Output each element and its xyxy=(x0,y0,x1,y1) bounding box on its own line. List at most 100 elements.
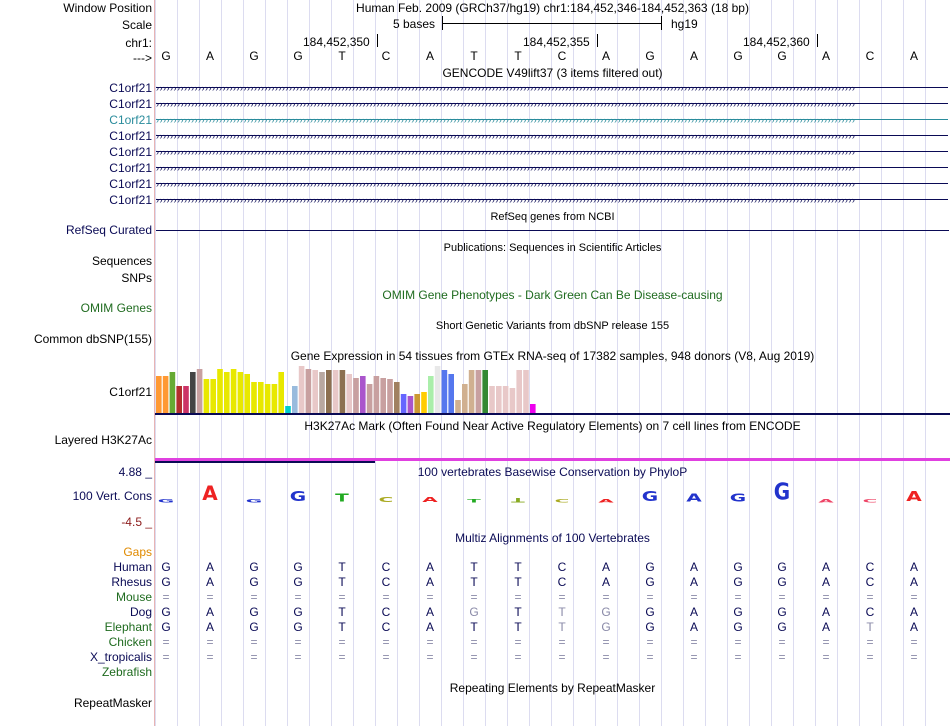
gtex-tissue-bar[interactable] xyxy=(210,379,216,414)
gtex-tissue-bar[interactable] xyxy=(394,382,400,414)
gtex-tissue-bar[interactable] xyxy=(169,372,176,414)
gtex-tissue-bar[interactable] xyxy=(448,374,454,414)
label-chr[interactable]: chr1: xyxy=(125,36,152,50)
gtex-tissue-bar[interactable] xyxy=(244,374,250,414)
species-label[interactable]: Mouse xyxy=(116,590,152,604)
gencode-transcript[interactable]: ››››››››››››››››››››››››››››››››››››››››… xyxy=(156,99,948,109)
gtex-tissue-bar[interactable] xyxy=(230,369,237,414)
gtex-tissue-bar[interactable] xyxy=(292,386,298,414)
gtex-tissue-bar[interactable] xyxy=(509,388,516,414)
gtex-tissue-bar[interactable] xyxy=(496,386,502,414)
species-label[interactable]: Human xyxy=(113,560,152,574)
gtex-tissue-bar[interactable] xyxy=(203,379,210,414)
species-label[interactable]: Zebrafish xyxy=(102,665,152,679)
label-refseq[interactable]: RefSeq Curated xyxy=(66,223,152,237)
label-snps[interactable]: SNPs xyxy=(121,271,152,285)
gtex-tissue-bar[interactable] xyxy=(190,372,196,414)
label-gtex-gene[interactable]: C1orf21 xyxy=(109,385,152,399)
gencode-transcript[interactable]: ››››››››››››››››››››››››››››››››››››››››… xyxy=(156,131,948,141)
gtex-tissue-bar[interactable] xyxy=(162,376,169,414)
gencode-transcript[interactable]: ››››››››››››››››››››››››››››››››››››››››… xyxy=(156,115,948,125)
gtex-tissue-bar[interactable] xyxy=(516,370,522,414)
gtex-tissue-bar[interactable] xyxy=(366,384,373,414)
species-label[interactable]: Dog xyxy=(130,605,152,619)
gtex-tissue-bar[interactable] xyxy=(434,366,441,414)
gtex-bar-chart[interactable] xyxy=(156,362,536,414)
label-dbsnp[interactable]: Common dbSNP(155) xyxy=(34,332,152,346)
gencode-transcript[interactable]: ››››››››››››››››››››››››››››››››››››››››… xyxy=(156,163,948,173)
gtex-tissue-bar[interactable] xyxy=(326,370,332,414)
gencode-transcript[interactable]: ››››››››››››››››››››››››››››››››››››››››… xyxy=(156,195,948,205)
gtex-tissue-bar[interactable] xyxy=(380,378,386,414)
gtex-tissue-bar[interactable] xyxy=(196,369,203,414)
gtex-tissue-bar[interactable] xyxy=(251,382,257,414)
gencode-transcript-label[interactable]: C1orf21 xyxy=(109,97,152,111)
gencode-transcript-label[interactable]: C1orf21 xyxy=(109,113,152,127)
gtex-tissue-bar[interactable] xyxy=(319,372,325,414)
gtex-tissue-bar[interactable] xyxy=(360,376,366,414)
gencode-transcript-label[interactable]: C1orf21 xyxy=(109,81,152,95)
gtex-tissue-bar[interactable] xyxy=(387,379,393,414)
gtex-tissue-bar[interactable] xyxy=(353,378,359,414)
track-area[interactable]: Human Feb. 2009 (GRCh37/hg19) chr1:184,4… xyxy=(155,0,950,726)
gtex-tissue-bar[interactable] xyxy=(312,370,318,414)
gtex-tissue-bar[interactable] xyxy=(183,386,189,414)
label-sequences[interactable]: Sequences xyxy=(92,254,152,268)
gtex-tissue-bar[interactable] xyxy=(462,384,468,414)
alignment-base: G xyxy=(733,620,743,634)
gtex-tissue-bar[interactable] xyxy=(305,369,312,414)
gtex-tissue-bar[interactable] xyxy=(224,372,230,414)
gtex-tissue-bar[interactable] xyxy=(217,369,223,414)
gtex-tissue-bar[interactable] xyxy=(475,370,482,414)
gtex-tissue-bar[interactable] xyxy=(468,370,475,414)
gtex-tissue-bar[interactable] xyxy=(373,376,380,414)
gencode-transcript-label[interactable]: C1orf21 xyxy=(109,129,152,143)
gtex-tissue-bar[interactable] xyxy=(176,386,182,414)
gtex-tissue-bar[interactable] xyxy=(523,370,529,414)
phylop-base-glyph: A xyxy=(818,498,834,504)
gtex-tissue-bar[interactable] xyxy=(332,370,339,414)
label-repeatmasker[interactable]: RepeatMasker xyxy=(74,696,152,710)
alignment-base: G xyxy=(733,560,743,574)
gtex-tissue-bar[interactable] xyxy=(278,372,284,414)
gtex-tissue-bar[interactable] xyxy=(237,372,244,414)
gtex-tissue-bar[interactable] xyxy=(421,392,427,414)
label-cons[interactable]: 100 Vert. Cons xyxy=(73,489,152,503)
gtex-tissue-bar[interactable] xyxy=(502,386,509,414)
label-omim[interactable]: OMIM Genes xyxy=(81,301,152,315)
gencode-transcript[interactable]: ››››››››››››››››››››››››››››››››››››››››… xyxy=(156,179,948,189)
gtex-tissue-bar[interactable] xyxy=(400,394,407,414)
label-scale[interactable]: Scale xyxy=(122,18,152,32)
gtex-tissue-bar[interactable] xyxy=(489,386,495,414)
gtex-tissue-bar[interactable] xyxy=(346,374,352,414)
label-gaps[interactable]: Gaps xyxy=(123,545,152,559)
gencode-transcript[interactable]: ››››››››››››››››››››››››››››››››››››››››… xyxy=(156,83,948,93)
gtex-tissue-bar[interactable] xyxy=(428,376,434,414)
gtex-tissue-bar[interactable] xyxy=(156,376,162,414)
label-h3k27ac[interactable]: Layered H3K27Ac xyxy=(55,433,152,447)
gencode-transcript-label[interactable]: C1orf21 xyxy=(109,193,152,207)
gtex-tissue-bar[interactable] xyxy=(407,396,414,414)
gtex-tissue-bar[interactable] xyxy=(414,394,420,414)
gtex-tissue-bar[interactable] xyxy=(482,370,488,414)
gencode-transcript-label[interactable]: C1orf21 xyxy=(109,177,152,191)
species-label[interactable]: Rhesus xyxy=(111,575,152,589)
label-strand[interactable]: ---> xyxy=(133,51,152,65)
species-label[interactable]: Elephant xyxy=(105,620,152,634)
gencode-transcript-label[interactable]: C1orf21 xyxy=(109,161,152,175)
alignment-base: A xyxy=(425,605,434,619)
gtex-tissue-bar[interactable] xyxy=(264,384,271,414)
gtex-tissue-bar[interactable] xyxy=(298,366,305,414)
species-label[interactable]: X_tropicalis xyxy=(90,650,152,664)
gencode-transcript[interactable]: ››››››››››››››››››››››››››››››››››››››››… xyxy=(156,147,948,157)
gencode-transcript-label[interactable]: C1orf21 xyxy=(109,145,152,159)
gtex-tissue-bar[interactable] xyxy=(339,370,346,414)
label-window-position[interactable]: Window Position xyxy=(63,1,152,15)
gtex-tissue-bar[interactable] xyxy=(258,382,264,414)
gtex-tissue-bar[interactable] xyxy=(455,400,461,414)
gtex-tissue-bar[interactable] xyxy=(441,370,448,414)
refseq-gene-line[interactable] xyxy=(156,230,949,231)
alignment-base: = xyxy=(602,635,610,649)
gtex-tissue-bar[interactable] xyxy=(271,384,278,414)
species-label[interactable]: Chicken xyxy=(109,635,152,649)
